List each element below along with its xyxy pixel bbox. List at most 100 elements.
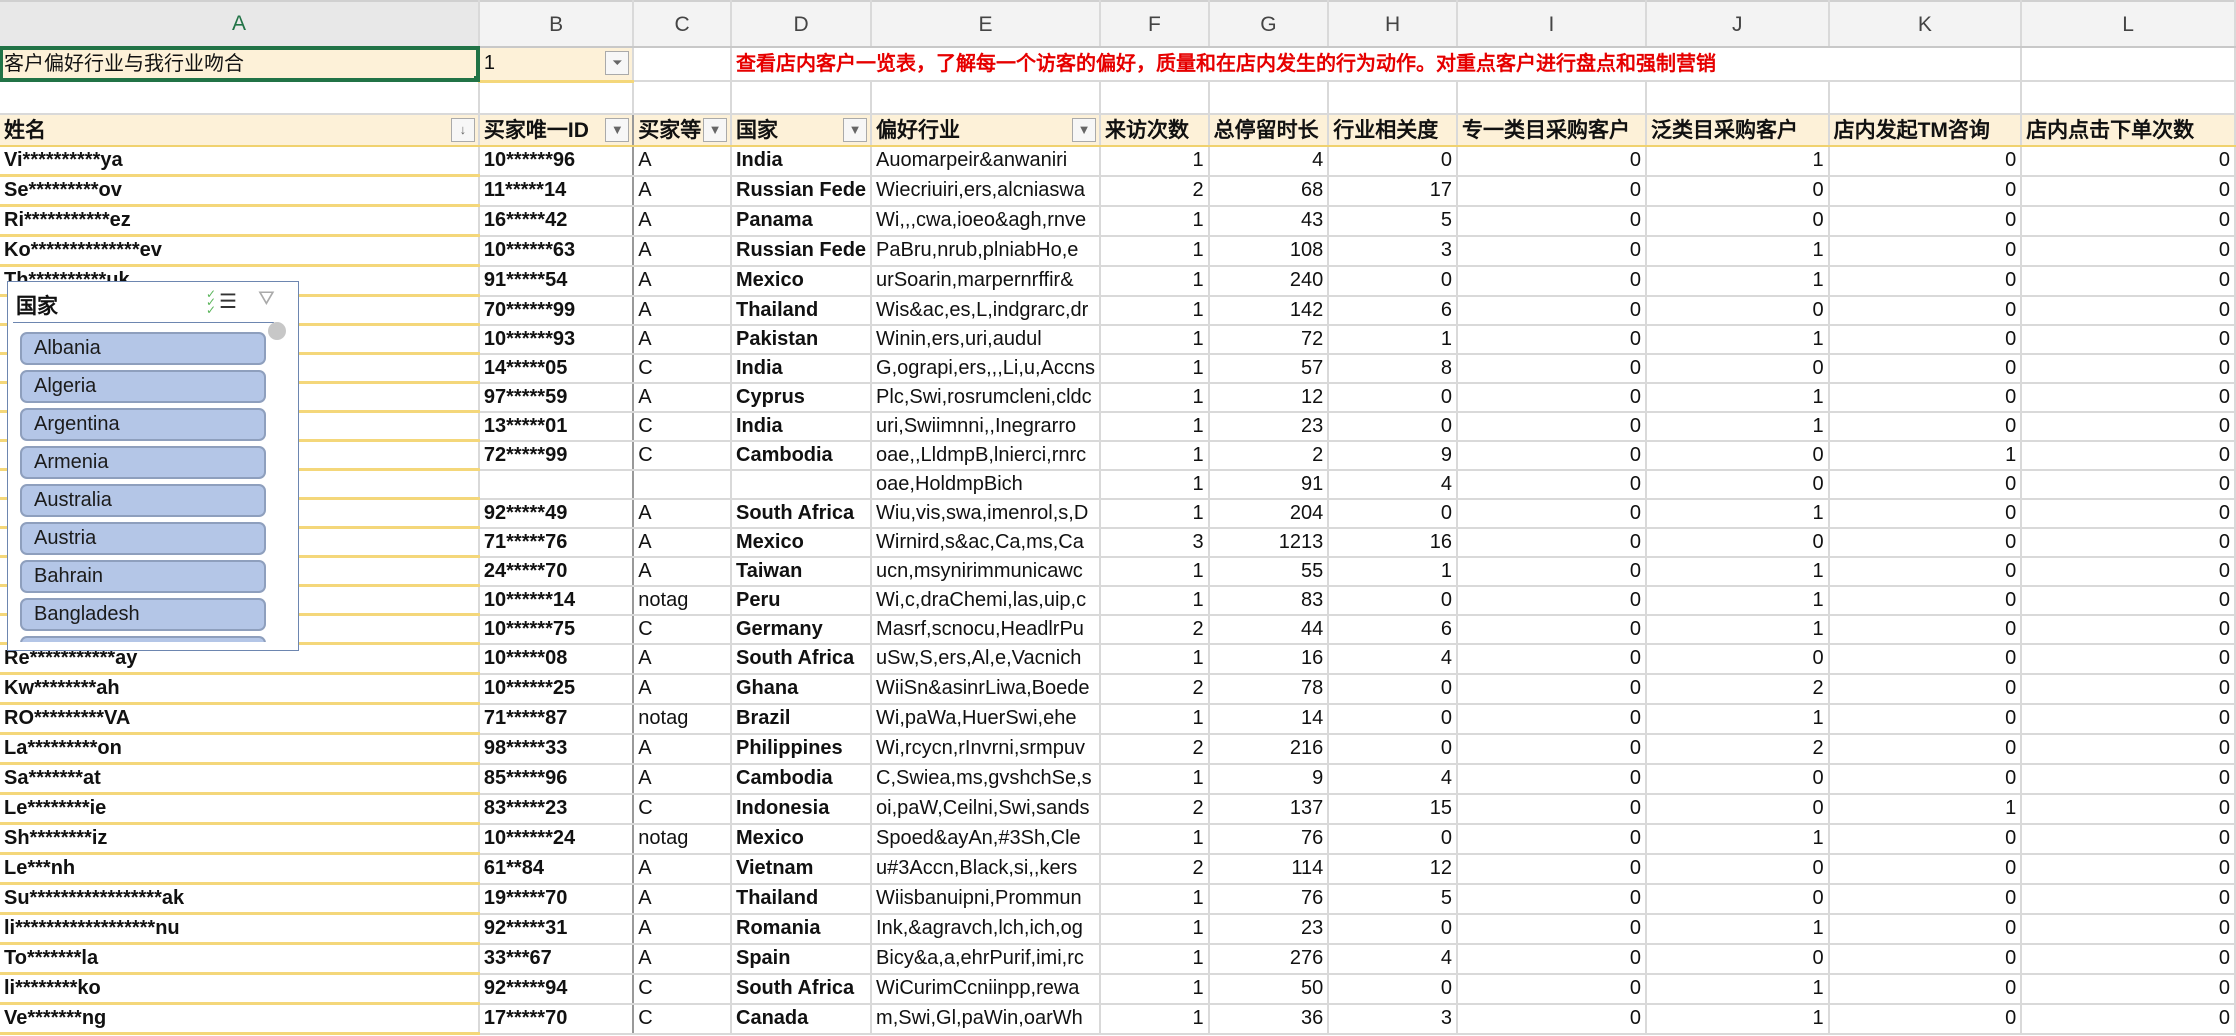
cell-b[interactable]: 91*****54 [478,265,635,297]
cell-h[interactable]: 3 [1328,1003,1458,1035]
cell-k[interactable]: 0 [1828,295,2023,326]
header-a[interactable]: 姓名 ↓ [0,114,480,147]
cell-k[interactable]: 0 [1828,1003,2023,1035]
cell-a[interactable]: La*********on [0,733,480,765]
cell-l[interactable]: 0 [2021,585,2236,616]
cell-i[interactable]: 0 [1456,235,1647,267]
cell-i[interactable]: 0 [1456,146,1647,177]
cell-h[interactable]: 0 [1328,823,1458,855]
cell-g[interactable]: 204 [1208,498,1330,529]
column-header-f[interactable]: F [1100,0,1210,48]
slicer-item[interactable]: Argentina [20,408,266,441]
country-slicer[interactable]: 国家 ✓ ✓ ✓ ☰ ⛛ Albania Algeria Argentina Armeni… [7,281,299,651]
cell-g[interactable]: 78 [1208,673,1330,705]
cell-k[interactable]: 0 [1828,973,2023,1005]
cell-h[interactable]: 0 [1328,382,1458,413]
cell-a[interactable]: Vi**********ya [0,146,480,177]
cell-f[interactable]: 1 [1100,498,1210,529]
cell-f[interactable]: 2 [1100,733,1210,765]
cell-d[interactable]: Cyprus [731,382,873,413]
cell-h[interactable]: 5 [1328,883,1458,915]
cell-i[interactable]: 0 [1456,556,1647,587]
cell-e[interactable]: Wiisbanuipni,Prommun [871,883,1102,915]
cell-e[interactable]: G,ograpi,ers,,,Li,u,Accns [871,353,1102,384]
cell-b[interactable]: 92*****31 [478,913,635,945]
cell-g[interactable]: 2 [1208,440,1330,471]
cell-b[interactable]: 10******75 [478,614,635,645]
cell-a[interactable]: RO*********VA [0,703,480,735]
cell-j[interactable]: 1 [1645,973,1830,1005]
cell-k[interactable]: 0 [1828,614,2023,645]
cell-f2[interactable] [1100,81,1210,115]
cell-f[interactable]: 2 [1100,793,1210,825]
cell-i[interactable]: 0 [1456,943,1647,975]
cell-h[interactable]: 0 [1328,703,1458,735]
cell-l[interactable]: 0 [2021,498,2236,529]
cell-k[interactable]: 0 [1828,853,2023,885]
cell-d[interactable]: Romania [731,913,873,945]
cell-b[interactable]: 14*****05 [478,353,635,384]
cell-e[interactable]: PaBru,nrub,plniabHo,e [871,235,1102,267]
cell-b[interactable]: 11*****14 [478,175,635,207]
cell-j[interactable]: 0 [1645,295,1830,326]
cell-f[interactable]: 1 [1100,265,1210,297]
cell-a[interactable]: Sa*******at [0,763,480,795]
cell-g[interactable]: 137 [1208,793,1330,825]
cell-l[interactable]: 0 [2021,265,2236,297]
cell-l[interactable]: 0 [2021,943,2236,975]
cell-b[interactable]: 13*****01 [478,411,635,442]
cell-i[interactable]: 0 [1456,205,1647,237]
cell-h[interactable]: 6 [1328,295,1458,326]
cell-j[interactable]: 0 [1645,440,1830,471]
cell-f[interactable]: 1 [1100,763,1210,795]
cell-c[interactable]: A [633,913,732,945]
slicer-item[interactable]: Belarus [20,636,266,642]
cell-k[interactable]: 0 [1828,235,2023,267]
cell-c[interactable]: A [633,527,732,558]
cell-f[interactable]: 1 [1100,943,1210,975]
cell-j[interactable]: 2 [1645,733,1830,765]
cell-g[interactable]: 114 [1208,853,1330,885]
cell-k[interactable]: 0 [1828,382,2023,413]
cell-l[interactable]: 0 [2021,703,2236,735]
cell-j[interactable]: 1 [1645,411,1830,442]
cell-c[interactable]: A [633,175,732,207]
cell-c[interactable]: A [633,763,732,795]
cell-c[interactable]: A [633,853,732,885]
cell-c[interactable]: A [633,498,732,529]
cell-g[interactable]: 23 [1208,411,1330,442]
cell-i[interactable]: 0 [1456,585,1647,616]
cell-g[interactable]: 1213 [1208,527,1330,558]
column-header-e[interactable]: E [871,0,1102,48]
cell-f[interactable]: 1 [1100,205,1210,237]
cell-k[interactable]: 0 [1828,643,2023,675]
cell-g[interactable]: 68 [1208,175,1330,207]
cell-d[interactable]: South Africa [731,973,873,1005]
cell-j[interactable]: 0 [1645,469,1830,500]
cell-k[interactable]: 0 [1828,703,2023,735]
cell-a[interactable]: To*******la [0,943,480,975]
cell-b[interactable]: 24*****70 [478,556,635,587]
cell-l2[interactable] [2021,81,2236,115]
cell-c[interactable]: C [633,440,732,471]
cell-c[interactable]: A [633,643,732,675]
cell-h[interactable]: 0 [1328,411,1458,442]
cell-c[interactable] [633,469,732,500]
cell-d[interactable]: Peru [731,585,873,616]
cell-h[interactable]: 0 [1328,585,1458,616]
cell-e[interactable]: Wi,,,cwa,ioeo&agh,rnve [871,205,1102,237]
slicer-item[interactable]: Austria [20,522,266,555]
cell-j[interactable]: 1 [1645,703,1830,735]
cell-g[interactable]: 14 [1208,703,1330,735]
cell-f[interactable]: 1 [1100,235,1210,267]
cell-l[interactable]: 0 [2021,614,2236,645]
cell-i[interactable]: 0 [1456,324,1647,355]
cell-e[interactable]: Winin,ers,uri,audul [871,324,1102,355]
cell-b[interactable]: 98*****33 [478,733,635,765]
cell-b[interactable]: 83*****23 [478,793,635,825]
cell-k2[interactable] [1828,81,2023,115]
cell-b[interactable]: 70******99 [478,295,635,326]
cell-d[interactable]: Cambodia [731,440,873,471]
cell-i[interactable]: 0 [1456,498,1647,529]
cell-l[interactable]: 0 [2021,733,2236,765]
